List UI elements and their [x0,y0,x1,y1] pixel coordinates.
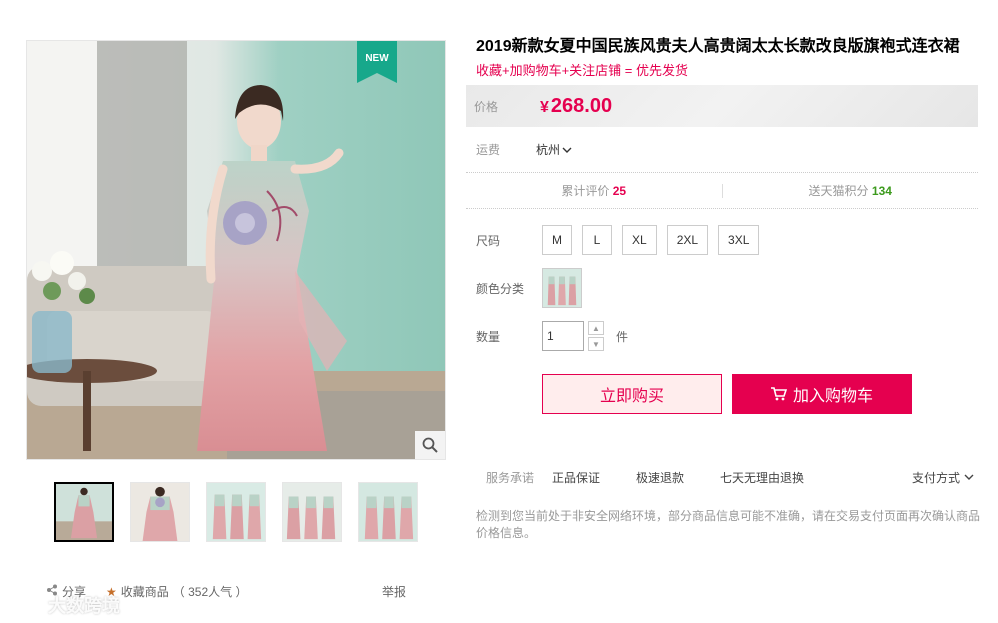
points-label: 送天猫积分 [808,184,869,198]
size-row: 尺码 M L XL 2XL 3XL [466,225,978,255]
price-value: ¥268.00 [540,95,612,118]
chevron-down-icon [964,474,974,480]
size-option-l[interactable]: L [582,225,612,255]
watermark-logo-icon [8,593,44,618]
quantity-input[interactable] [542,321,584,351]
payment-methods-dropdown[interactable]: 支付方式 [912,469,974,486]
buy-now-button[interactable]: 立即购买 [542,374,722,414]
thumbnail-4[interactable] [282,482,342,542]
shipping-location: 杭州 [536,143,561,157]
color-row: 颜色分类 [466,267,978,309]
thumbnail-2[interactable] [130,482,190,542]
thumbnail-1[interactable] [54,482,114,542]
new-badge-icon: NEW [357,41,397,83]
price-box: 价格 ¥268.00 [466,85,978,127]
favorite-label: 收藏商品 [120,585,169,599]
thumbnail-5[interactable] [358,482,418,542]
price-label: 价格 [474,99,499,114]
size-option-xl[interactable]: XL [622,225,657,255]
watermark-text: 大数跨境 [48,596,120,616]
reviews-label: 累计评价 [561,184,610,198]
product-photo [27,41,445,459]
quantity-unit: 件 [616,329,629,344]
new-badge-text: NEW [365,53,389,64]
size-option-3xl[interactable]: 3XL [718,225,760,255]
size-option-m[interactable]: M [542,225,572,255]
shipping-location-dropdown[interactable]: 杭州 [536,141,572,158]
size-label: 尺码 [476,233,501,248]
magnifier-icon[interactable] [415,431,445,459]
quantity-label: 数量 [476,329,501,344]
quantity-row: 数量 ▲ ▼ 件 [466,321,978,351]
report-label: 举报 [381,585,406,599]
shipping-label: 运费 [476,143,501,157]
main-product-image[interactable]: NEW [26,40,446,460]
report-link[interactable]: 举报 [382,583,406,600]
reviews-count: 25 [612,184,627,198]
network-warning: 检测到您当前处于非安全网络环境，部分商品信息可能不准确，请在交易支付页面再次确认… [476,509,981,540]
points-stat: 送天猫积分 134 [723,182,979,199]
popularity-count: （ 352人气 ） [172,585,248,599]
thumbnail-3[interactable] [206,482,266,542]
currency-symbol: ¥ [540,98,549,116]
payment-label: 支付方式 [911,470,960,485]
add-to-cart-label: 加入购物车 [792,388,873,405]
service-label: 服务承诺 [486,470,535,485]
reviews-stat[interactable]: 累计评价 25 [466,182,722,199]
thumbnail-strip [54,482,418,542]
points-count: 134 [871,184,892,198]
service-item-seven-day-return[interactable]: 七天无理由退换 [720,469,804,486]
purchase-buttons: 立即购买 加入购物车 [542,374,978,414]
service-item-fast-refund[interactable]: 极速退款 [636,469,684,486]
quantity-increase-button[interactable]: ▲ [588,321,604,335]
chevron-down-icon [562,147,572,153]
favorite-link[interactable]: ★ 收藏商品 （ 352人气 ） [106,583,247,600]
watermark: 大数跨境 [8,592,120,618]
shipping-row: 运费 杭州 [466,127,978,173]
color-option-swatch[interactable] [542,268,582,308]
color-label: 颜色分类 [476,281,525,296]
product-info: 2019新款女夏中国民族风贵夫人高贵阔太太长款改良版旗袍式连衣裙 收藏+加购物车… [466,36,981,542]
add-to-cart-button[interactable]: 加入购物车 [732,374,912,414]
product-title: 2019新款女夏中国民族风贵夫人高贵阔太太长款改良版旗袍式连衣裙 [476,38,960,55]
price-amount: 268.00 [550,94,613,117]
stats-row: 累计评价 25 送天猫积分 134 [466,173,978,209]
product-subtitle: 收藏+加购物车+关注店铺 = 优先发货 [476,63,688,78]
quantity-stepper: ▲ ▼ [588,321,604,351]
cart-icon [770,387,787,401]
service-row: 服务承诺 正品保证 极速退款 七天无理由退换 支付方式 [466,460,978,494]
size-option-2xl[interactable]: 2XL [666,225,709,255]
service-item-authentic[interactable]: 正品保证 [552,469,600,486]
quantity-decrease-button[interactable]: ▼ [588,337,604,351]
